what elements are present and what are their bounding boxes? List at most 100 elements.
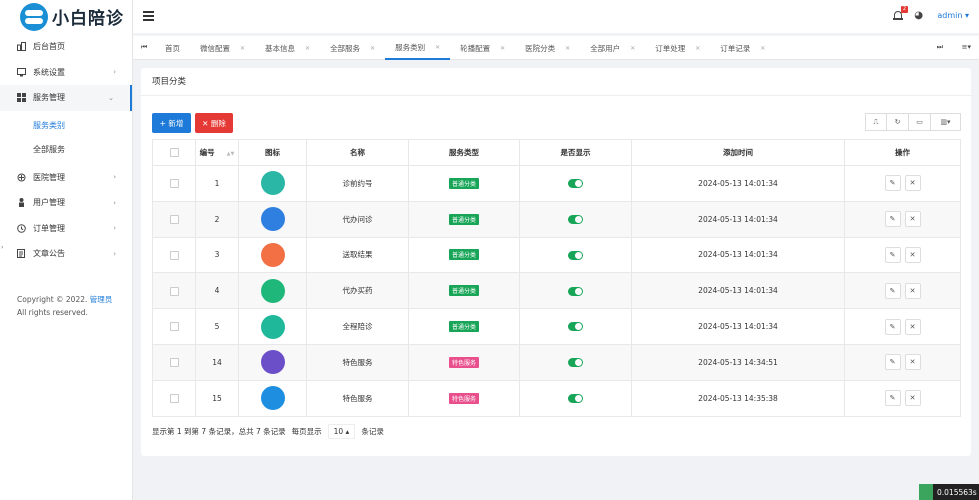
edit-icon[interactable]: ✎ — [884, 390, 901, 407]
row-name: 代办买药 — [306, 272, 409, 310]
row-id: 1 — [195, 165, 239, 202]
tab-item[interactable]: 医院分类 ✕ — [515, 36, 580, 60]
tab-label: 首页 — [165, 43, 180, 53]
close-icon[interactable]: ✕ — [565, 45, 570, 52]
sidebar-item-system-settings[interactable]: 系统设置 › — [0, 60, 132, 86]
tab-label: 轮播配置 — [460, 43, 491, 53]
edit-icon[interactable]: ✎ — [884, 354, 901, 371]
sidebar-item-order-management[interactable]: 订单管理 › — [0, 216, 132, 242]
tab-options-icon[interactable]: ≡▾ — [962, 43, 971, 51]
tab-item[interactable]: 基本信息 ✕ — [255, 36, 320, 60]
tab-item[interactable]: 订单记录 ✕ — [710, 36, 775, 60]
close-icon[interactable]: ✕ — [904, 390, 921, 407]
copyright-suffix: All rights reserved. — [17, 307, 88, 317]
visible-toggle[interactable] — [568, 322, 583, 332]
tab-item[interactable]: 全部服务 ✕ — [320, 36, 385, 60]
column-header-icon: 图标 — [238, 139, 307, 166]
sidebar-item-label: 服务管理 — [33, 93, 65, 103]
row-select-cell — [152, 236, 196, 274]
visible-toggle[interactable] — [568, 250, 583, 260]
row-visible-cell — [519, 343, 632, 381]
tab-item[interactable]: 微信配置 ✕ — [190, 36, 255, 60]
chevron-right-icon: › — [113, 198, 116, 207]
chevron-right-icon: › — [113, 173, 116, 182]
card-title: 项目分类 — [141, 68, 971, 96]
row-actions: ✎ ✕ — [844, 165, 961, 202]
close-icon[interactable]: ✕ — [760, 45, 765, 52]
close-icon[interactable]: ✕ — [904, 318, 921, 335]
logo[interactable]: 小白陪诊 — [0, 0, 132, 33]
row-type-cell: 特色服务 — [408, 379, 520, 417]
row-select-cell — [152, 379, 196, 417]
tab-scroll-left-icon[interactable]: ⏮ — [141, 43, 147, 52]
toggle-view-icon[interactable]: ▭ — [909, 113, 931, 131]
edit-icon[interactable]: ✎ — [884, 282, 901, 299]
row-select-cell — [152, 272, 196, 310]
sidebar-item-articles[interactable]: 文章公告 › — [0, 241, 132, 267]
close-icon[interactable]: ✕ — [904, 282, 921, 299]
close-icon[interactable]: ✕ — [500, 45, 505, 52]
type-badge: 普通分类 — [448, 177, 479, 189]
edit-icon[interactable]: ✎ — [884, 211, 901, 228]
close-icon[interactable]: ✕ — [904, 246, 921, 263]
toggle-search-icon[interactable]: ⎍ — [865, 113, 887, 131]
select-all-checkbox[interactable] — [169, 148, 179, 158]
close-icon[interactable]: ✕ — [904, 211, 921, 228]
sidebar-subitem-service-category[interactable]: 服务类别 — [0, 114, 132, 138]
visible-toggle[interactable] — [568, 286, 583, 296]
visible-toggle[interactable] — [568, 358, 583, 368]
tab-item[interactable]: 订单处理 ✕ — [645, 36, 710, 60]
column-header-visible: 是否显示 — [519, 139, 632, 166]
row-icon-cell — [238, 165, 307, 202]
sidebar-item-service-management[interactable]: 服务管理 ⌄ — [0, 85, 132, 111]
column-header-id[interactable]: 编号 ▲▼ — [195, 139, 239, 166]
close-icon[interactable]: ✕ — [240, 45, 245, 52]
close-icon[interactable]: ✕ — [904, 354, 921, 371]
tab-label: 全部服务 — [330, 43, 361, 53]
tab-item[interactable]: 轮播配置 ✕ — [450, 36, 515, 60]
sidebar-item-label: 订单管理 — [33, 223, 65, 233]
visible-toggle[interactable] — [568, 393, 583, 403]
visible-toggle[interactable] — [568, 214, 583, 224]
edit-icon[interactable]: ✎ — [884, 246, 901, 263]
row-checkbox[interactable] — [169, 393, 179, 403]
sidebar-item-user-management[interactable]: 用户管理 › — [0, 190, 132, 216]
tab-item[interactable]: 全部用户 ✕ — [580, 36, 645, 60]
row-checkbox[interactable] — [169, 286, 179, 296]
row-checkbox[interactable] — [169, 179, 179, 189]
edit-icon[interactable]: ✎ — [884, 175, 901, 192]
notification-bell-icon[interactable]: 2 — [893, 6, 908, 21]
add-button[interactable]: + 新增 — [152, 113, 191, 133]
delete-button[interactable]: ✕ 删除 — [195, 113, 233, 133]
row-name: 代办问诊 — [306, 200, 409, 238]
row-checkbox[interactable] — [169, 358, 179, 368]
per-page-select[interactable]: 10 ▴ — [327, 424, 356, 439]
close-icon[interactable]: ✕ — [370, 45, 375, 52]
type-badge: 普通分类 — [448, 321, 479, 333]
row-checkbox[interactable] — [169, 322, 179, 332]
visible-toggle[interactable] — [568, 179, 583, 189]
palette-icon[interactable]: ◕ — [914, 10, 923, 21]
user-menu[interactable]: admin ▾ — [937, 11, 969, 20]
tab-item[interactable]: 服务类别 ✕ — [385, 36, 451, 60]
edit-icon[interactable]: ✎ — [884, 318, 901, 335]
row-checkbox[interactable] — [169, 250, 179, 260]
menu-toggle-icon[interactable] — [143, 11, 154, 21]
close-icon[interactable]: ✕ — [630, 45, 635, 52]
tab-label: 医院分类 — [525, 43, 556, 53]
row-select-cell — [152, 200, 196, 238]
close-icon[interactable]: ✕ — [435, 44, 440, 51]
tab-item[interactable]: 首页 — [155, 36, 190, 60]
sidebar-item-dashboard[interactable]: 后台首页 — [0, 34, 132, 60]
copyright-link[interactable]: 管理员 — [90, 295, 113, 304]
refresh-icon[interactable]: ↻ — [887, 113, 909, 131]
sidebar-subitem-all-services[interactable]: 全部服务 — [0, 138, 132, 162]
row-checkbox[interactable] — [169, 214, 179, 224]
tab-scroll-right-icon[interactable]: ⏭ — [937, 43, 943, 52]
columns-icon[interactable]: ▥▾ — [931, 113, 961, 131]
close-icon[interactable]: ✕ — [904, 175, 921, 192]
sidebar-item-hospital-management[interactable]: 医院管理 › — [0, 165, 132, 191]
row-actions: ✎ ✕ — [844, 200, 961, 238]
close-icon[interactable]: ✕ — [695, 45, 700, 52]
close-icon[interactable]: ✕ — [305, 45, 310, 52]
